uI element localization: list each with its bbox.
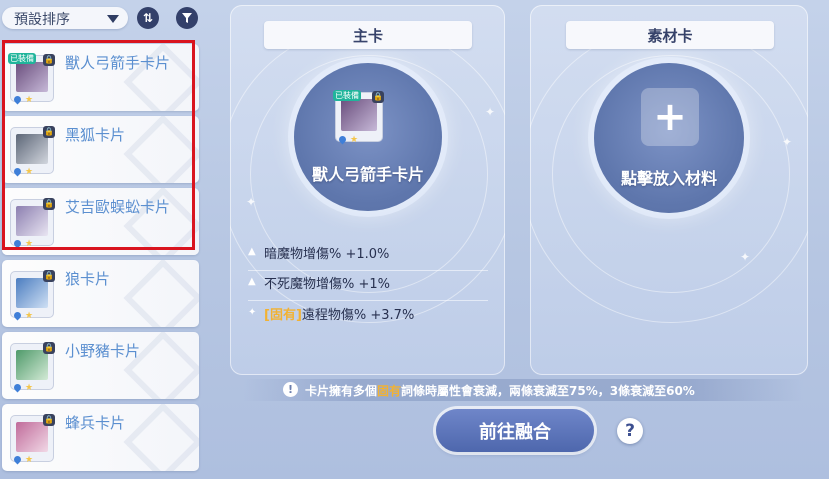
notice-text: 卡片擁有多個固有詞條時屬性會衰減，兩條衰減至75%，3條衰減至60% (305, 382, 695, 399)
list-item[interactable]: 🔒 ★ 狼卡片 (2, 260, 199, 327)
equipped-badge: 已裝備 (8, 53, 36, 64)
material-card-title: 素材卡 (566, 21, 774, 49)
card-name: 小野豬卡片 (65, 342, 141, 360)
go-to-fusion-button[interactable]: 前往融合 (436, 409, 594, 452)
sort-dropdown-value: 預設排序 (14, 12, 70, 28)
diamond-decoration (123, 116, 199, 183)
stat-row: ▲ 暗魔物增傷% +1.0% (248, 240, 488, 271)
stat-row: ▲ 不死魔物增傷% +1% (248, 270, 488, 301)
list-item[interactable]: 🔒 ★ 蜂兵卡片 (2, 404, 199, 471)
stat-value: 遠程物傷% +3.7% (301, 308, 415, 323)
chevron-down-icon (107, 15, 119, 23)
card-art (16, 134, 48, 164)
card-name: 獸人弓箭手卡片 (65, 54, 171, 72)
lock-icon: 🔒 (372, 91, 384, 103)
main-card-name: 獸人弓箭手卡片 (311, 165, 424, 184)
star-icon: ★ (25, 95, 34, 105)
lock-icon: 🔒 (43, 270, 55, 282)
info-icon: ! (283, 382, 298, 397)
stat-text: [固有]遠程物傷% +3.7% (264, 304, 414, 323)
sort-order-icon: ⇅ (142, 11, 154, 25)
notice-highlight: 固有 (377, 384, 402, 398)
star-icon: ★ (25, 383, 34, 393)
diamond-decoration (123, 260, 199, 327)
card-art (16, 206, 48, 236)
water-drop-icon (12, 166, 23, 177)
card-thumbnail: 🔒 ★ (11, 270, 55, 321)
star-icon: ★ (350, 135, 359, 145)
notice-before: 卡片擁有多個 (305, 384, 378, 398)
card-name: 蜂兵卡片 (65, 414, 126, 432)
card-name: 狼卡片 (65, 270, 111, 288)
main-card-slot[interactable]: 已裝備 🔒 ★ 獸人弓箭手卡片 (294, 63, 442, 211)
card-name: 艾吉歐蜈蚣卡片 (65, 198, 171, 216)
lock-icon: 🔒 (43, 414, 55, 426)
sparkle-icon: ✦ (246, 195, 257, 209)
equipped-badge: 已裝備 (333, 90, 361, 101)
diamond-decoration (123, 404, 199, 471)
list-toolbar: 預設排序 ⇅ (0, 0, 210, 36)
lock-icon: 🔒 (43, 342, 55, 354)
plus-glyph: + (653, 94, 687, 140)
sparkle-icon: ✦ (248, 307, 257, 318)
lock-icon: 🔒 (43, 126, 55, 138)
notice-after: 詞條時屬性會衰減，兩條衰減至75%，3條衰減至60% (401, 384, 695, 398)
stat-row: ✦ [固有]遠程物傷% +3.7% (248, 301, 488, 331)
filter-button[interactable] (176, 7, 198, 29)
arrow-up-icon: ▲ (248, 246, 256, 257)
sparkle-icon: ✦ (485, 105, 496, 119)
card-art (16, 62, 48, 92)
material-card-slot[interactable]: + 點擊放入材料 (594, 63, 744, 213)
plus-icon: + (641, 88, 699, 146)
card-thumbnail: 🔒 ★ (11, 342, 55, 393)
water-drop-icon (12, 94, 23, 105)
sparkle-icon: ✦ (782, 135, 793, 149)
card-thumbnail: 🔒 ★ (11, 126, 55, 177)
sort-dropdown[interactable]: 預設排序 (2, 7, 128, 29)
list-item[interactable]: 🔒 ★ 黑狐卡片 (2, 116, 199, 183)
card-art (16, 278, 48, 308)
fixed-tag: [固有] (264, 308, 302, 323)
card-thumbnail: 已裝備 🔒 ★ (8, 53, 55, 105)
filter-icon (182, 13, 192, 23)
stat-value: 不死魔物增傷% +1% (264, 277, 391, 292)
list-item[interactable]: 🔒 ★ 小野豬卡片 (2, 332, 199, 399)
stat-value: 暗魔物增傷% +1.0% (264, 247, 390, 262)
star-icon: ★ (25, 167, 34, 177)
water-drop-icon (12, 382, 23, 393)
arrow-up-icon: ▲ (248, 276, 256, 287)
main-card-title: 主卡 (264, 21, 472, 49)
material-card-panel: 素材卡 + 點擊放入材料 ✦ ✦ (530, 5, 808, 375)
sparkle-icon: ✦ (740, 250, 751, 264)
question-icon: ? (625, 421, 635, 441)
card-thumbnail: 🔒 ★ (11, 414, 55, 465)
star-icon: ★ (25, 239, 34, 249)
help-button[interactable]: ? (617, 418, 643, 444)
card-art (16, 350, 48, 380)
card-name: 黑狐卡片 (65, 126, 126, 144)
card-art (341, 99, 377, 131)
main-card-thumbnail: 已裝備 🔒 ★ (333, 90, 384, 145)
stat-text: 不死魔物增傷% +1% (264, 273, 390, 292)
sort-order-button[interactable]: ⇅ (137, 7, 159, 29)
star-icon: ★ (25, 455, 34, 465)
stat-text: 暗魔物增傷% +1.0% (264, 243, 389, 262)
decay-notice: ! 卡片擁有多個固有詞條時屬性會衰減，兩條衰減至75%，3條衰減至60% (243, 379, 803, 401)
list-item[interactable]: 🔒 ★ 艾吉歐蜈蚣卡片 (2, 188, 199, 255)
card-thumbnail: 🔒 ★ (11, 198, 55, 249)
lock-icon: 🔒 (43, 54, 55, 66)
water-drop-icon (12, 454, 23, 465)
water-drop-icon (337, 134, 348, 145)
water-drop-icon (12, 310, 23, 321)
card-art (16, 422, 48, 452)
list-item[interactable]: 已裝備 🔒 ★ 獸人弓箭手卡片 (2, 44, 199, 111)
water-drop-icon (12, 238, 23, 249)
material-placeholder-label: 點擊放入材料 (620, 169, 717, 188)
star-icon: ★ (25, 311, 34, 321)
lock-icon: 🔒 (43, 198, 55, 210)
